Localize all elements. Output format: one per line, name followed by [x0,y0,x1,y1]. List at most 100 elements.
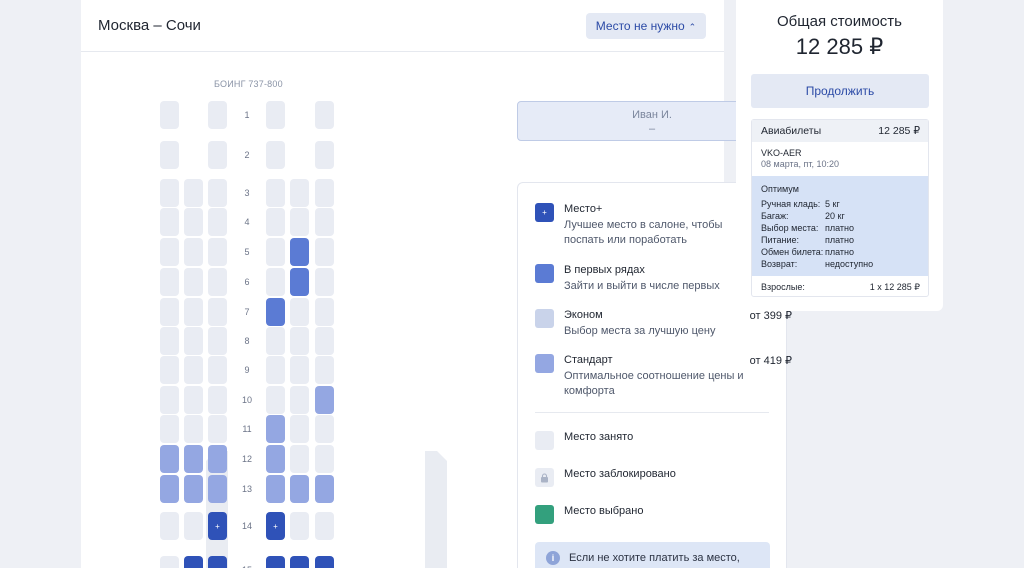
seat-9E [290,356,309,384]
row-number: 13 [241,484,252,494]
seat-6B [184,268,203,296]
tariff-row: Выбор места: платно [761,223,855,233]
seat-11B [184,415,203,443]
row-number: 11 [242,424,252,434]
info-icon: i [546,551,560,565]
seat-1A [160,101,179,129]
legend-desc: Выбор места за лучшую цену [564,325,716,337]
seat-8E [290,327,309,355]
route-title: Москва – Сочи [98,17,201,34]
legend-desc: Зайти и выйти в числе первых [564,280,720,292]
seat-6A [160,268,179,296]
seat-4C [208,208,227,236]
lock-icon [541,472,548,482]
seat-5A [160,238,179,266]
seat-15C[interactable] [208,556,227,568]
total-label: Общая стоимость [777,13,902,30]
seat-14C[interactable]: + [208,512,227,540]
seat-10F[interactable] [315,386,334,414]
seat-15E[interactable] [290,556,309,568]
seat-7A [160,298,179,326]
seat-5E[interactable] [290,238,309,266]
row-number: 3 [244,188,250,198]
row-number: 4 [244,217,250,227]
seat-11A [160,415,179,443]
legend-title: В первых рядах [564,264,645,276]
econom-swatch [535,309,554,328]
seat-14A [160,512,179,540]
seat-selection-panel: Москва – Сочи Место не нужно ⌃ БОИНГ 737-… [81,0,792,568]
seat-6F [315,268,334,296]
flight-route: VKO-AER [761,148,802,158]
seat-9D [266,356,285,384]
seat-7E [290,298,309,326]
seat-7D[interactable] [266,298,285,326]
seat-12D[interactable] [266,445,285,473]
seat-13C[interactable] [208,475,227,503]
adults-value: 1 x 12 285 ₽ [869,282,920,292]
seat-8A [160,327,179,355]
seat-9B [184,356,203,384]
seat-11C [208,415,227,443]
seat-1F [315,101,334,129]
seat-11D[interactable] [266,415,285,443]
legend-title: Место заблокировано [564,468,676,480]
seat-5F [315,238,334,266]
seat-12B[interactable] [184,445,203,473]
row-number: 7 [244,307,250,317]
seat-1D [266,101,285,129]
seat-2C [208,141,227,169]
seat-8B [184,327,203,355]
seat-8C [208,327,227,355]
info-banner: i Если не хотите платить за место, [535,542,770,568]
seat-13A[interactable] [160,475,179,503]
occupied-swatch [535,431,554,450]
plus-seat-swatch: + [535,203,554,222]
seat-13D[interactable] [266,475,285,503]
front-rows-swatch [535,264,554,283]
adults-label: Взрослые: [761,282,805,292]
info-text: Если не хотите платить за место, [569,552,740,564]
flight-date: 08 марта, пт, 10:20 [761,159,840,169]
seat-15F[interactable] [315,556,334,568]
seat-15D[interactable] [266,556,285,568]
seat-14D[interactable]: + [266,512,285,540]
seat-2D [266,141,285,169]
seat-4A [160,208,179,236]
seat-7C [208,298,227,326]
legend-title: Стандарт [564,354,613,366]
seat-6E[interactable] [290,268,309,296]
no-seat-needed-label: Место не нужно [595,19,685,33]
seat-4F [315,208,334,236]
seat-15B[interactable] [184,556,203,568]
seat-1C [208,101,227,129]
tariff-row: Багаж: 20 кг [761,211,845,221]
seat-13E[interactable] [290,475,309,503]
tickets-price: 12 285 ₽ [878,125,920,137]
seat-11F [315,415,334,443]
aircraft-model: БОИНГ 737-800 [214,79,283,89]
seat-10D [266,386,285,414]
seat-9C [208,356,227,384]
total-value: 12 285 ₽ [795,34,884,59]
seat-10C [208,386,227,414]
continue-button[interactable]: Продолжить [751,74,929,108]
row-number: 1 [244,110,250,120]
price-summary: Общая стоимость 12 285 ₽ Продолжить Авиа… [736,0,943,311]
seat-3D [266,179,285,207]
seat-8D [266,327,285,355]
seat-3E [290,179,309,207]
legend-title: Место занято [564,431,634,443]
seat-13F[interactable] [315,475,334,503]
selected-swatch [535,505,554,524]
no-seat-needed-button[interactable]: Место не нужно ⌃ [586,13,706,39]
seat-12C[interactable] [208,445,227,473]
seat-12F [315,445,334,473]
row-number: 5 [244,247,250,257]
seat-4E [290,208,309,236]
seat-13B[interactable] [184,475,203,503]
seat-5C [208,238,227,266]
seat-12A[interactable] [160,445,179,473]
seat-5D [266,238,285,266]
seat-14F [315,512,334,540]
